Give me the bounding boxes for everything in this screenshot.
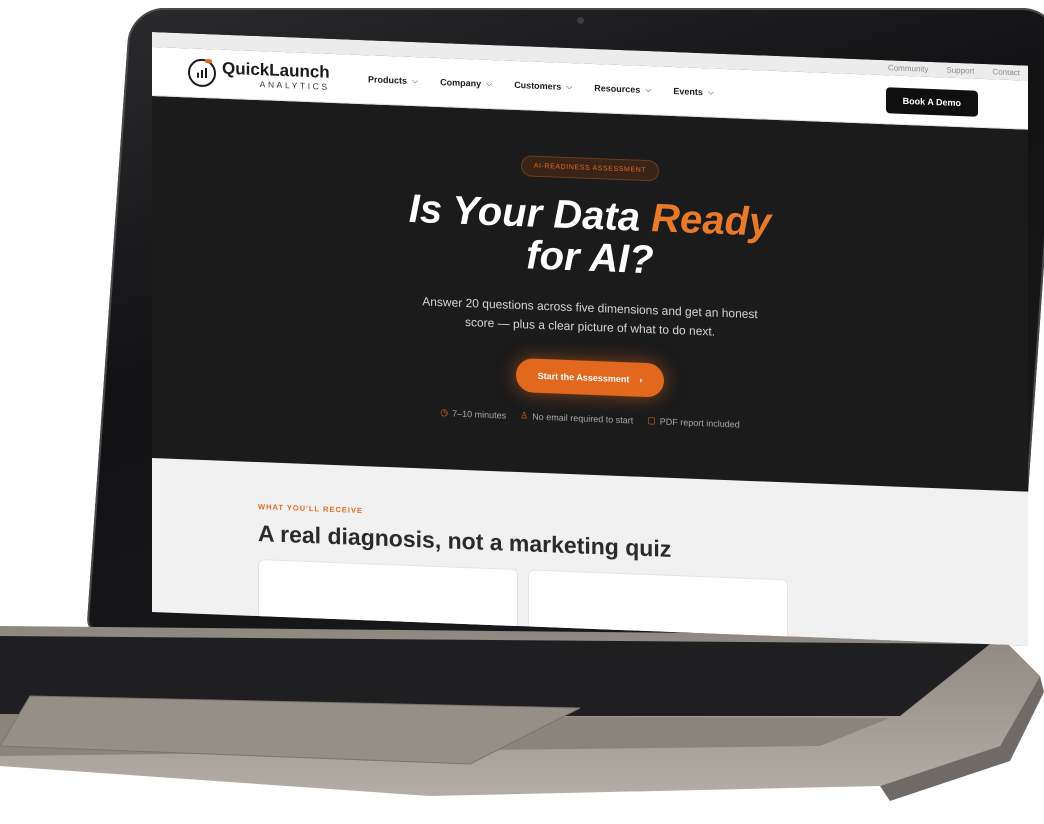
brand-subtitle: ANALYTICS [259, 79, 330, 93]
community-link[interactable]: Community [888, 63, 928, 74]
support-link[interactable]: Support [946, 66, 974, 76]
start-assessment-button[interactable]: Start the Assessment › [515, 358, 665, 399]
hero-eyebrow-badge: AI-READINESS ASSESSMENT [520, 155, 660, 182]
meta-duration: ◷ 7–10 minutes [440, 407, 507, 421]
nav-company[interactable]: Company ⌵ [440, 77, 492, 89]
hero-title-accent: Ready [651, 196, 772, 245]
contact-link[interactable]: Contact [992, 67, 1020, 77]
nav-products[interactable]: Products ⌵ [368, 74, 418, 86]
meta-no-email: ♙ No email required to start [520, 410, 634, 426]
hero-meta-row: ◷ 7–10 minutes ♙ No email required to star… [152, 396, 1028, 441]
chevron-down-icon: ⌵ [707, 87, 714, 97]
document-icon: ▢ [647, 415, 656, 426]
clock-icon: ◷ [440, 407, 449, 418]
hero-title: Is Your Data Ready for AI? [408, 186, 772, 283]
brand-name: QuickLaunch [222, 58, 330, 83]
brand-logo[interactable]: QuickLaunch ANALYTICS [188, 58, 364, 93]
hero-section: AI-READINESS ASSESSMENT Is Your Data Rea… [152, 96, 1028, 492]
book-demo-button[interactable]: Book A Demo [885, 87, 978, 117]
rocket-gauge-icon [188, 58, 216, 88]
nav-events[interactable]: Events ⌵ [673, 86, 714, 98]
user-icon: ♙ [520, 410, 529, 421]
chevron-down-icon: ⌵ [566, 81, 573, 92]
browser-viewport: Community Support Contact QuickLaunch AN… [152, 32, 1028, 646]
hero-subtitle: Answer 20 questions across five dimensio… [422, 294, 758, 339]
chevron-down-icon: ⌵ [412, 75, 419, 86]
nav-menu: Products ⌵ Company ⌵ Customers ⌵ Resources ⌵… [368, 74, 714, 97]
chevron-down-icon: ⌵ [645, 84, 652, 95]
meta-pdf-report: ▢ PDF report included [647, 415, 740, 430]
nav-customers[interactable]: Customers ⌵ [514, 80, 572, 92]
chevron-down-icon: ⌵ [486, 78, 493, 89]
chevron-right-icon: › [639, 375, 643, 386]
webcam [577, 17, 584, 24]
nav-resources[interactable]: Resources ⌵ [594, 83, 651, 95]
